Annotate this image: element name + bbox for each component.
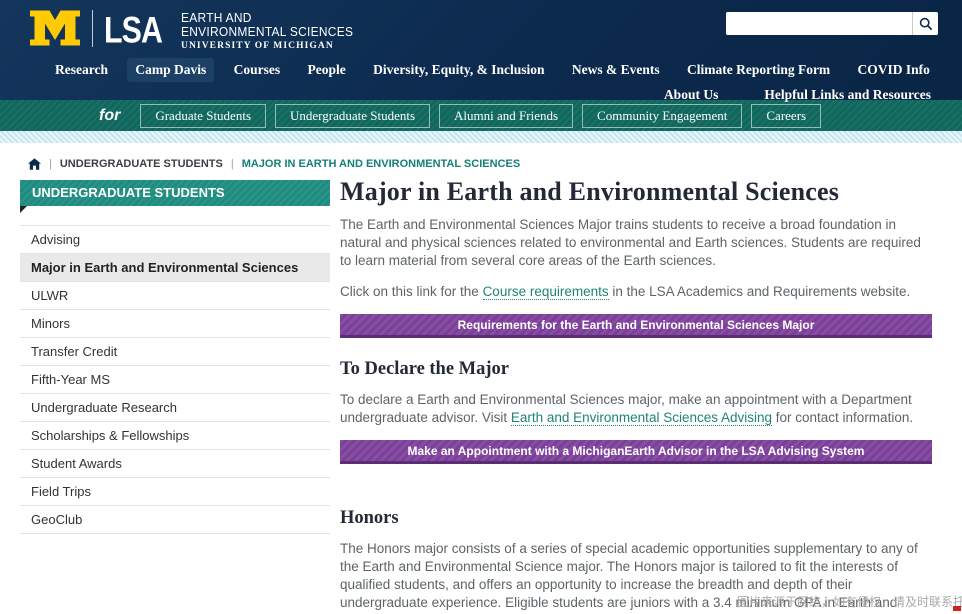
search-bar [726, 12, 938, 35]
sidebar-item-ulwr[interactable]: ULWR [20, 282, 330, 310]
decorative-stripe-band [0, 131, 962, 143]
intro-paragraph: The Earth and Environmental Sciences Maj… [340, 216, 932, 270]
nav-courses[interactable]: Courses [226, 58, 289, 82]
nav-covid-info[interactable]: COVID Info [850, 58, 938, 82]
sidebar-item-field-trips[interactable]: Field Trips [20, 478, 330, 506]
audience-graduate-students[interactable]: Graduate Students [140, 104, 266, 128]
sidebar-item-major[interactable]: Major in Earth and Environmental Science… [20, 254, 330, 282]
home-icon[interactable] [28, 158, 41, 170]
main-nav-row2: About Us Helpful Links and Resources [0, 83, 962, 107]
appointment-button[interactable]: Make an Appointment with a MichiganEarth… [340, 440, 932, 464]
sidebar-item-student-awards[interactable]: Student Awards [20, 450, 330, 478]
course-link-suffix: in the LSA Academics and Requirements we… [609, 284, 911, 299]
red-corner-mark [953, 606, 961, 611]
course-link-prefix: Click on this link for the [340, 284, 483, 299]
course-requirements-link[interactable]: Course requirements [483, 284, 609, 300]
sidebar-item-undergraduate-research[interactable]: Undergraduate Research [20, 394, 330, 422]
audience-alumni-friends[interactable]: Alumni and Friends [439, 104, 573, 128]
breadcrumb: | UNDERGRADUATE STUDENTS | MAJOR IN EART… [28, 158, 962, 170]
sidebar-item-fifth-year-ms[interactable]: Fifth-Year MS [20, 366, 330, 394]
course-requirements-line: Click on this link for the Course requir… [340, 283, 932, 301]
search-input[interactable] [726, 12, 912, 35]
department-name: EARTH AND ENVIRONMENTAL SCIENCES UNIVERS… [181, 10, 368, 51]
department-line1: EARTH AND [181, 11, 353, 25]
sidebar-title: UNDERGRADUATE STUDENTS [20, 180, 330, 206]
requirements-button[interactable]: Requirements for the Earth and Environme… [340, 314, 932, 338]
michigan-block-m-icon [30, 10, 80, 46]
breadcrumb-separator: | [231, 158, 234, 170]
search-icon [919, 17, 933, 31]
page-title: Major in Earth and Environmental Science… [340, 177, 932, 207]
sidebar-menu: Advising Major in Earth and Environmenta… [20, 225, 330, 534]
audience-undergraduate-students[interactable]: Undergraduate Students [275, 104, 430, 128]
nav-camp-davis[interactable]: Camp Davis [127, 58, 214, 82]
content-area: UNDERGRADUATE STUDENTS Advising Major in… [0, 170, 962, 614]
site-header: LSA EARTH AND ENVIRONMENTAL SCIENCES UNI… [0, 0, 962, 100]
sidebar-item-advising[interactable]: Advising [20, 226, 330, 254]
nav-dei[interactable]: Diversity, Equity, & Inclusion [365, 58, 552, 82]
nav-research[interactable]: Research [47, 58, 116, 82]
advising-link[interactable]: Earth and Environmental Sciences Advisin… [511, 410, 772, 426]
sidebar-item-geoclub[interactable]: GeoClub [20, 506, 330, 534]
declare-suffix: for contact information. [772, 410, 913, 425]
nav-climate-reporting[interactable]: Climate Reporting Form [679, 58, 838, 82]
main-nav-row1: Research Camp Davis Courses People Diver… [0, 58, 962, 82]
sidebar-item-scholarships[interactable]: Scholarships & Fellowships [20, 422, 330, 450]
honors-heading: Honors [340, 508, 932, 529]
logo-divider [92, 10, 93, 47]
nav-news-events[interactable]: News & Events [564, 58, 668, 82]
university-name: UNIVERSITY OF MICHIGAN [181, 41, 368, 51]
declare-paragraph: To declare a Earth and Environmental Sci… [340, 391, 932, 427]
audience-community-engagement[interactable]: Community Engagement [582, 104, 742, 128]
watermark-text: 图片来源于网络，如有侵权，请及时联系托普仕留学删除 [737, 593, 962, 610]
breadcrumb-undergraduate-students[interactable]: UNDERGRADUATE STUDENTS [60, 158, 223, 170]
sidebar-item-minors[interactable]: Minors [20, 310, 330, 338]
search-button[interactable] [912, 12, 938, 35]
nav-about-us[interactable]: About Us [656, 83, 726, 107]
nav-helpful-links[interactable]: Helpful Links and Resources [756, 83, 939, 107]
lsa-logotype: LSA [104, 10, 162, 50]
sidebar: UNDERGRADUATE STUDENTS Advising Major in… [20, 180, 330, 534]
declare-heading: To Declare the Major [340, 359, 932, 380]
department-line2: ENVIRONMENTAL SCIENCES [181, 25, 353, 39]
sidebar-item-transfer-credit[interactable]: Transfer Credit [20, 338, 330, 366]
breadcrumb-separator: | [49, 158, 52, 170]
for-label: for [99, 107, 120, 125]
nav-people[interactable]: People [299, 58, 353, 82]
main-content: Major in Earth and Environmental Science… [330, 177, 932, 614]
breadcrumb-current-page: MAJOR IN EARTH AND ENVIRONMENTAL SCIENCE… [242, 158, 520, 170]
audience-careers[interactable]: Careers [751, 104, 821, 128]
